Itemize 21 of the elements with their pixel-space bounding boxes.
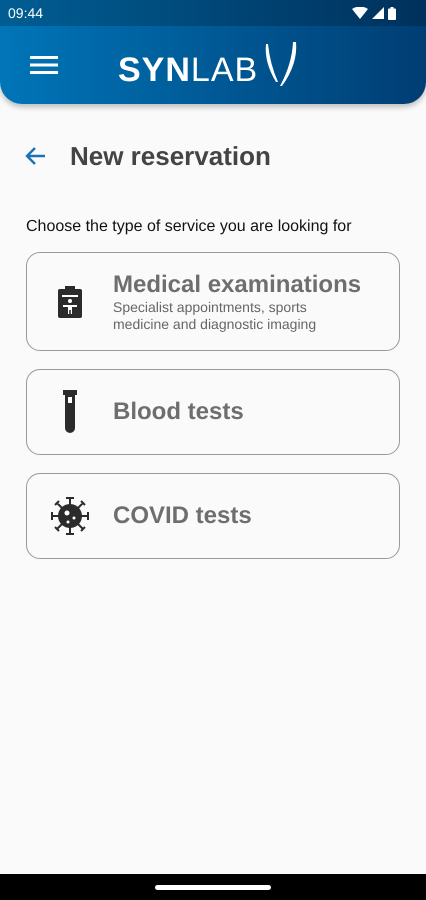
service-title: COVID tests [113, 502, 252, 530]
logo-text: SYNLAB [118, 50, 258, 90]
prompt-text: Choose the type of service you are looking for [26, 218, 353, 236]
clipboard-icon [58, 286, 82, 318]
service-title: Blood tests [113, 398, 244, 426]
status-time: 09:44 [8, 5, 44, 21]
service-card[interactable]: COVID tests [26, 473, 400, 559]
service-title: Medical examinations [113, 270, 362, 298]
service-card[interactable]: Blood tests [26, 369, 400, 455]
service-description: Specialist appointments, sports medicine and diagnostic imaging [113, 298, 318, 332]
menu-icon[interactable] [30, 55, 58, 75]
back-arrow-icon[interactable] [24, 146, 46, 166]
virus-icon [50, 496, 90, 536]
battery-icon [388, 6, 396, 20]
page-title: New reservation [70, 140, 271, 172]
home-handle[interactable] [155, 884, 271, 890]
wifi-icon [352, 7, 368, 19]
test-tube-icon [63, 390, 77, 434]
service-card[interactable]: Medical examinations Specialist appointments, sports medicine and diagnostic imaging [26, 252, 400, 351]
logo-mark-icon [264, 42, 298, 88]
signal-icon [372, 7, 384, 19]
